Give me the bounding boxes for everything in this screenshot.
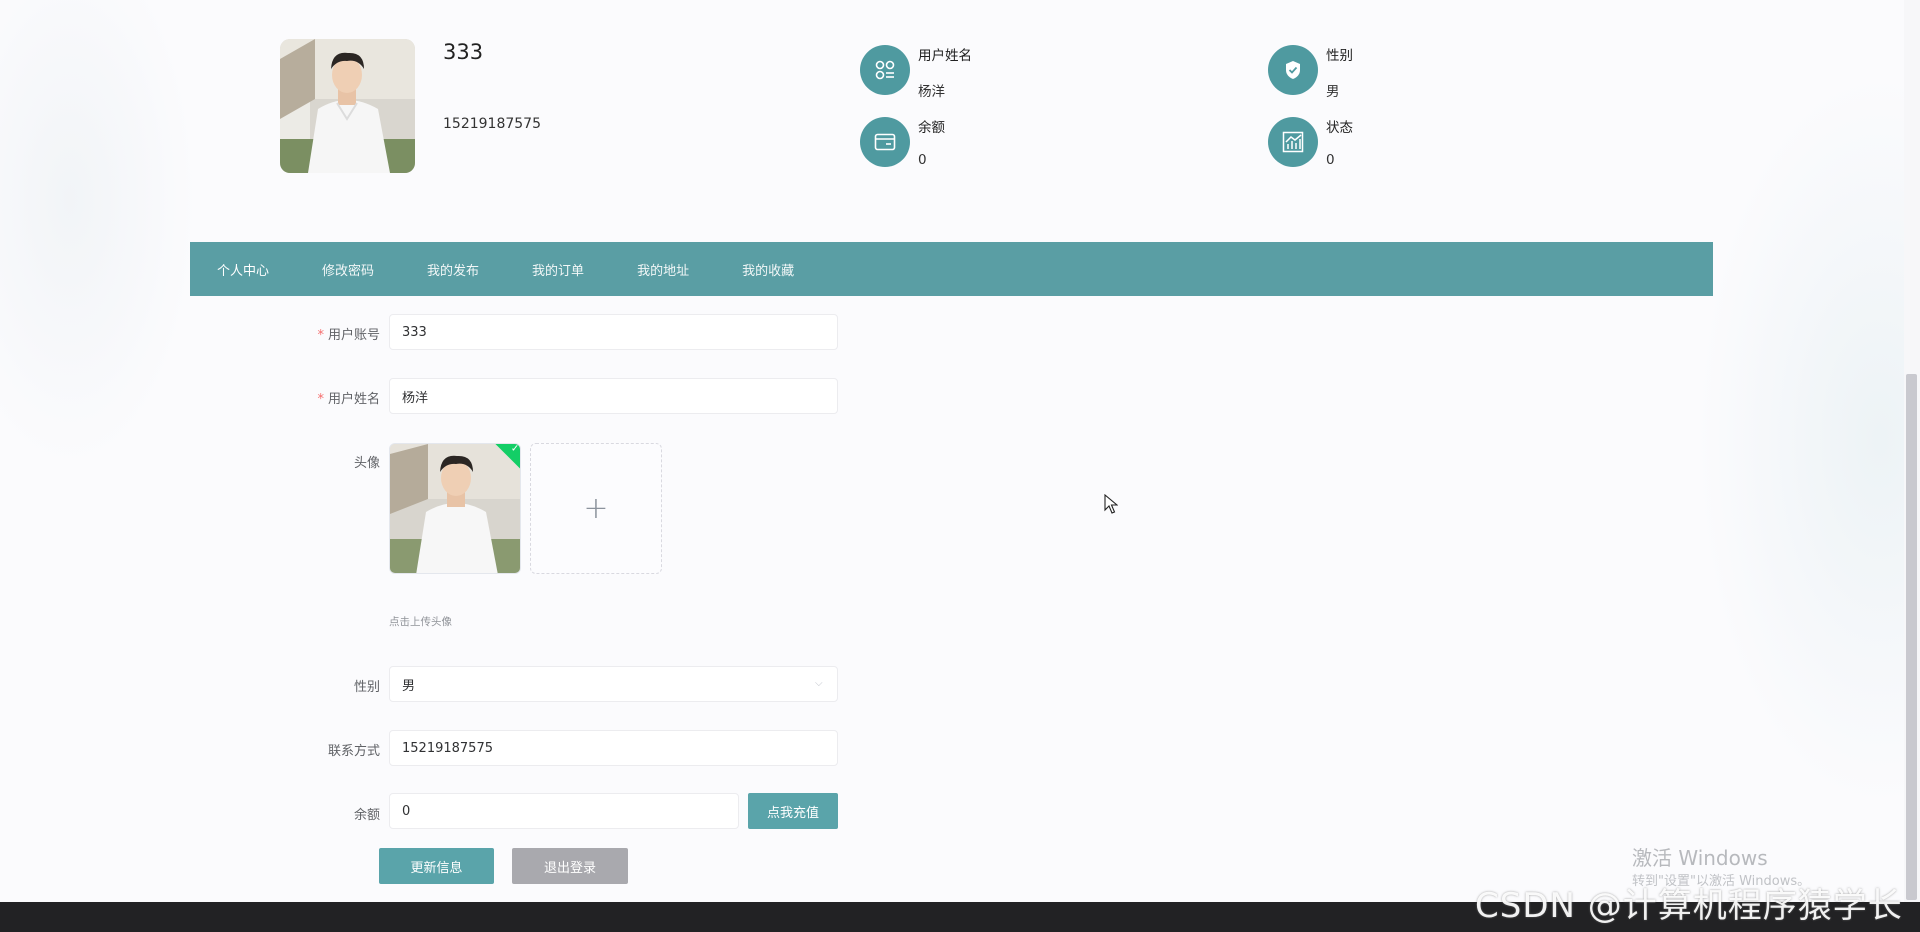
csdn-watermark: CSDN @计算机程序猿学长 (1475, 886, 1903, 926)
nav-item-profile-center[interactable]: 个人中心 (217, 260, 269, 279)
contact-label: 联系方式 (327, 744, 380, 759)
stat-value: 杨洋 (918, 84, 945, 100)
balance-input[interactable] (389, 793, 739, 829)
recharge-button[interactable]: 点我充值 (748, 793, 838, 829)
user-grid-icon (860, 45, 910, 95)
logout-button[interactable]: 退出登录 (512, 848, 628, 884)
shield-check-icon (1268, 45, 1318, 95)
account-label: * 用户账号 (317, 328, 380, 343)
gender-select[interactable] (389, 666, 838, 702)
nav-item-my-address[interactable]: 我的地址 (637, 260, 689, 279)
chevron-down-icon: ⌵ (815, 678, 823, 689)
balance-label: 余额 (353, 808, 380, 823)
username-label: * 用户姓名 (317, 392, 380, 407)
stat-username: 用户姓名 杨洋 (860, 40, 1160, 100)
stat-gender: 性别 男 (1268, 40, 1568, 100)
stat-label: 状态 (1326, 120, 1353, 136)
profile-name: 333 (443, 40, 484, 64)
nav-item-my-orders[interactable]: 我的订单 (532, 260, 584, 279)
required-asterisk: * (317, 328, 324, 343)
profile-phone: 15219187575 (443, 116, 541, 132)
mouse-cursor-icon (1104, 493, 1119, 518)
stat-balance: 余额 0 (860, 112, 1160, 172)
chart-icon (1268, 117, 1318, 167)
avatar-label: 头像 (353, 456, 380, 471)
nav-item-my-posts[interactable]: 我的发布 (427, 260, 479, 279)
profile-avatar (280, 39, 415, 173)
user-center-nav: 个人中心 修改密码 我的发布 我的订单 我的地址 我的收藏 (190, 242, 1713, 296)
uploaded-avatar-thumbnail[interactable]: ✓ (389, 443, 521, 574)
upload-hint: 点击上传头像 (389, 616, 452, 628)
check-icon: ✓ (510, 443, 520, 455)
stat-label: 余额 (918, 120, 945, 136)
wallet-icon (860, 117, 910, 167)
account-input[interactable] (389, 314, 838, 350)
activate-windows-title: 激活 Windows (1632, 846, 1768, 870)
stat-value: 男 (1326, 84, 1340, 100)
username-input[interactable] (389, 378, 838, 414)
nav-item-change-password[interactable]: 修改密码 (322, 260, 374, 279)
upload-avatar-button[interactable]: + (530, 443, 662, 574)
stat-value: 0 (1326, 152, 1335, 168)
update-info-button[interactable]: 更新信息 (379, 848, 494, 884)
stat-label: 用户姓名 (918, 48, 972, 64)
gender-label: 性别 (353, 680, 380, 695)
stat-label: 性别 (1326, 48, 1353, 64)
contact-input[interactable] (389, 730, 838, 766)
scrollbar-thumb[interactable] (1906, 374, 1917, 900)
profile-header: 333 15219187575 用户姓名 杨洋 性别 男 余额 0 状态 0 (0, 0, 1920, 242)
plus-icon: + (583, 491, 609, 526)
stat-status: 状态 0 (1268, 112, 1568, 172)
required-asterisk: * (317, 392, 324, 407)
nav-item-my-favorites[interactable]: 我的收藏 (742, 260, 794, 279)
stat-value: 0 (918, 152, 927, 168)
